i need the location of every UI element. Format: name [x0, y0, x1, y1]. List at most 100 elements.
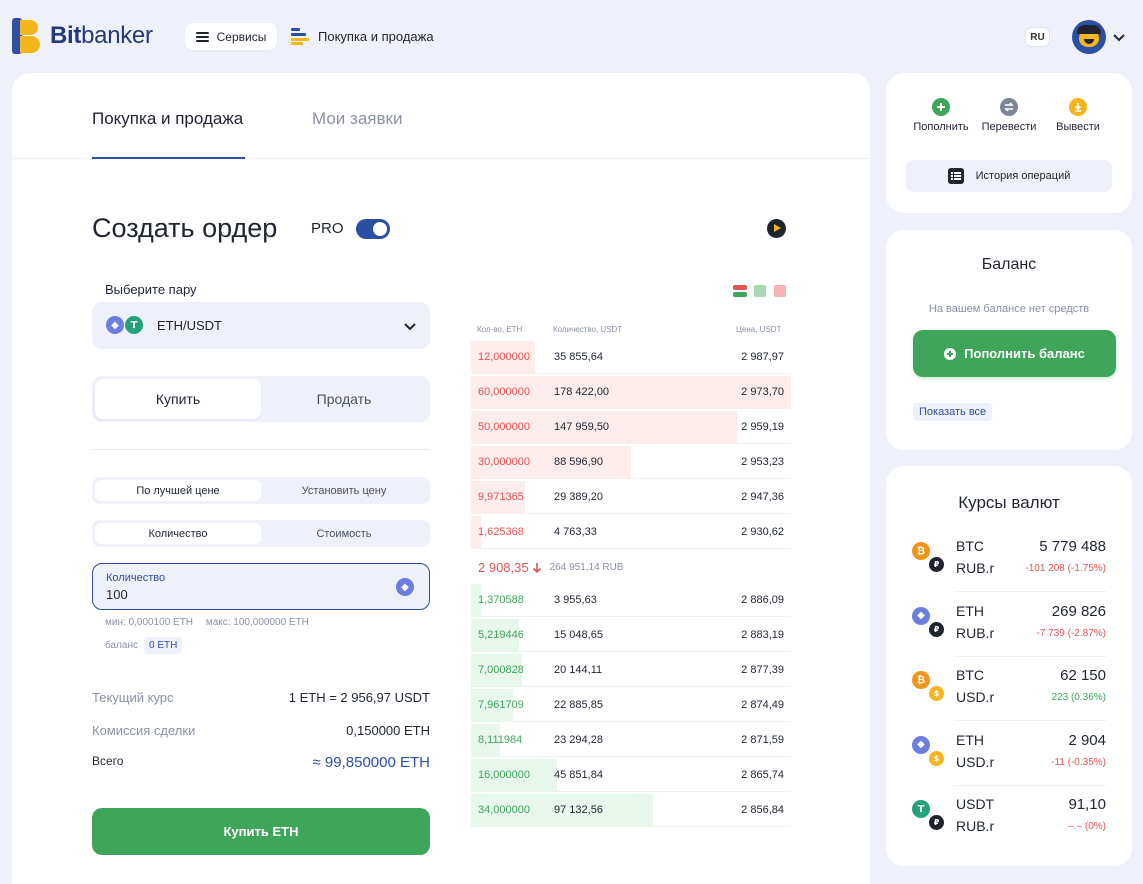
- amount-mode-switch: Количество Стоимость: [92, 520, 430, 547]
- topup-balance-label: Пополнить баланс: [964, 346, 1085, 361]
- rate-base: ETH: [956, 602, 984, 619]
- rate-quote: RUB.r: [956, 560, 995, 576]
- chevron-down-icon[interactable]: [1112, 30, 1126, 44]
- orderbook-ask-row[interactable]: 60,000000 178 422,00 2 973,70: [471, 376, 791, 409]
- rate-row[interactable]: T ₽ USDT RUB.r 91,10 –.– (0%): [912, 786, 1106, 850]
- orderbook-bid-row[interactable]: 7,000828 20 144,11 2 877,39: [471, 654, 791, 687]
- max-limit: макс: 100,000000 ETH: [205, 617, 309, 628]
- order-price: 2 865,74: [741, 769, 784, 781]
- order-price: 2 953,23: [741, 456, 784, 468]
- order-quantity: 3 955,63: [554, 594, 597, 606]
- cost-option[interactable]: Стоимость: [261, 523, 427, 544]
- action-transfer[interactable]: Перевести: [974, 98, 1044, 133]
- total-label: Всего: [92, 754, 124, 768]
- order-amount: 12,000000: [478, 351, 530, 363]
- mid-price-rub: 264 951,14 RUB: [549, 562, 624, 573]
- available-balance: баланс 0 ETH: [105, 637, 183, 654]
- rate-value: 269 826: [1051, 602, 1106, 620]
- show-all-link[interactable]: Показать все: [913, 403, 993, 421]
- orderbook-ask-row[interactable]: 50,000000 147 959,50 2 959,19: [471, 411, 791, 444]
- rate-change: -7 739 (-2.87%): [1036, 627, 1106, 639]
- order-amount: 9,971365: [478, 491, 524, 503]
- order-quantity: 88 596,90: [554, 456, 603, 468]
- plus-icon: [932, 98, 950, 116]
- btc-icon: ₿: [912, 542, 930, 560]
- orderbook-ask-row[interactable]: 30,000000 88 596,90 2 953,23: [471, 446, 791, 479]
- tab-buy-sell[interactable]: Покупка и продажа: [92, 109, 243, 129]
- orderbook-bid-row[interactable]: 34,000000 97 132,56 2 856,84: [471, 794, 791, 827]
- action-withdraw[interactable]: Вывести: [1043, 98, 1113, 133]
- rates-card: Курсы валют ₿ ₽ BTC RUB.r 5 779 488 -101 208 …: [886, 466, 1132, 866]
- orderbook-bid-row[interactable]: 1,370588 3 955,63 2 886,09: [471, 584, 791, 617]
- orderbook-bid-row[interactable]: 7,961709 22 885,85 2 874,49: [471, 689, 791, 722]
- orderbook-ask-row[interactable]: 9,971365 29 389,20 2 947,36: [471, 481, 791, 514]
- mid-price: 2 908,35: [478, 560, 529, 575]
- current-rate-label: Текущий курс: [92, 690, 174, 705]
- rate-row[interactable]: ₿ $ BTC USD.r 62 150 223 (0.36%): [912, 657, 1106, 721]
- set-price-option[interactable]: Установить цену: [261, 480, 427, 501]
- pro-label: PRO: [311, 220, 344, 237]
- services-button[interactable]: Сервисы: [185, 23, 277, 50]
- rate-base: BTC: [956, 538, 984, 554]
- order-price: 2 871,59: [741, 734, 784, 746]
- order-quantity: 20 144,11: [554, 664, 603, 676]
- avatar[interactable]: [1072, 20, 1106, 54]
- services-label: Сервисы: [216, 29, 267, 44]
- order-price: 2 947,36: [741, 491, 784, 503]
- order-amount: 16,000000: [478, 769, 530, 781]
- nav-title: Покупка и продажа: [318, 28, 434, 44]
- operations-history-button[interactable]: История операций: [906, 160, 1112, 192]
- orderbook-bid-row[interactable]: 16,000000 45 851,84 2 865,74: [471, 759, 791, 792]
- current-rate-value: 1 ETH = 2 956,97 USDT: [288, 690, 430, 705]
- nav-current-section[interactable]: Покупка и продажа: [291, 27, 434, 45]
- rub-icon: ₽: [928, 620, 945, 638]
- best-price-option[interactable]: По лучшей цене: [95, 480, 261, 501]
- rate-value: 62 150: [1060, 667, 1106, 684]
- tab-my-orders[interactable]: Мои заявки: [312, 109, 402, 129]
- orderbook-view-both-icon[interactable]: [733, 285, 747, 297]
- rate-quote: RUB.r: [956, 624, 995, 641]
- rate-base: ETH: [956, 731, 984, 748]
- action-deposit[interactable]: Пополнить: [906, 98, 976, 133]
- current-rate-row: Текущий курс 1 ETH = 2 956,97 USDT: [92, 690, 430, 705]
- orderbook-ask-row[interactable]: 12,000000 35 855,64 2 987,97: [471, 341, 791, 374]
- orderbook-bid-row[interactable]: 5,219446 15 048,65 2 883,19: [471, 619, 791, 652]
- quantity-option[interactable]: Количество: [95, 523, 261, 544]
- orderbook-ask-row[interactable]: 1,625368 4 763,33 2 930,62: [471, 516, 791, 549]
- pair-coins: ₿ $: [912, 671, 945, 703]
- rate-change: -101 208 (-1.75%): [1025, 563, 1106, 574]
- divider: [92, 449, 430, 450]
- balance-label: баланс: [105, 640, 138, 651]
- topup-balance-button[interactable]: Пополнить баланс: [913, 330, 1116, 377]
- rate-row[interactable]: ₿ ₽ BTC RUB.r 5 779 488 -101 208 (-1.75%): [912, 528, 1106, 592]
- order-price: 2 959,19: [741, 421, 784, 433]
- transfer-icon: [1000, 98, 1018, 116]
- order-amount: 50,000000: [478, 421, 530, 433]
- logo[interactable]: Bitbanker: [12, 18, 153, 54]
- rate-quote: USD.r: [956, 753, 995, 770]
- order-price: 2 883,19: [741, 629, 784, 641]
- rate-row[interactable]: ◆ $ ETH USD.r 2 904 -11 (-0.35%): [912, 722, 1106, 786]
- balance-chip[interactable]: 0 ETH: [143, 637, 183, 654]
- usdt-icon: T: [125, 316, 143, 334]
- orderbook-view-bids-icon[interactable]: [754, 285, 766, 297]
- language-switcher[interactable]: RU: [1025, 27, 1050, 47]
- orderbook-view-asks-icon[interactable]: [774, 285, 786, 297]
- chevron-down-icon: [404, 323, 416, 331]
- buy-option[interactable]: Купить: [95, 379, 261, 419]
- active-tab-indicator: [92, 157, 245, 159]
- balance-empty-text: На вашем балансе нет средств: [928, 303, 1090, 315]
- play-icon[interactable]: [767, 219, 786, 238]
- order-amount: 34,000000: [478, 804, 530, 816]
- rate-quote: RUB.r: [956, 818, 995, 834]
- quantity-input[interactable]: Количество 100 ◆: [92, 563, 430, 610]
- pro-toggle[interactable]: [356, 219, 390, 239]
- orderbook-bid-row[interactable]: 8,111984 23 294,28 2 871,59: [471, 724, 791, 757]
- pair-label: Выберите пару: [105, 282, 197, 297]
- pair-select[interactable]: ◆ T ETH/USDT: [92, 302, 430, 349]
- buy-eth-button[interactable]: Купить ETH: [92, 808, 430, 855]
- sell-option[interactable]: Продать: [261, 379, 427, 419]
- logo-mark-icon: [12, 18, 40, 54]
- rate-row[interactable]: ◆ ₽ ETH RUB.r 269 826 -7 739 (-2.87%): [912, 593, 1106, 657]
- rate-quote: USD.r: [956, 689, 995, 705]
